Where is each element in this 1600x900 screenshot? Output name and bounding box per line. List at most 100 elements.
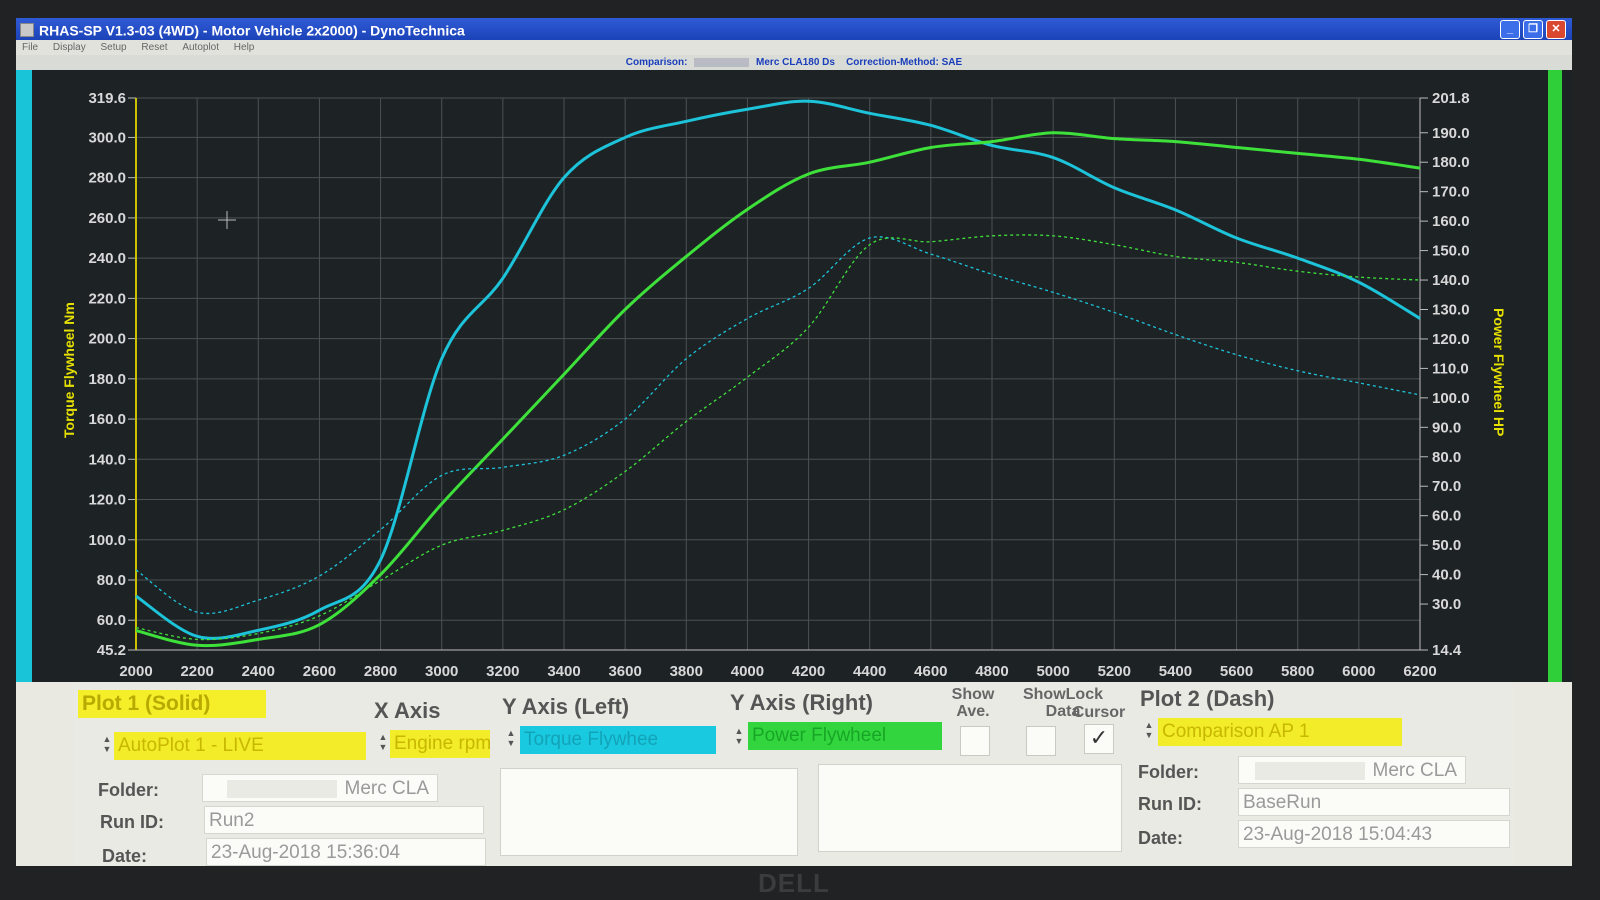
x-tick-label: 2000 xyxy=(119,663,152,680)
x-tick-label: 5800 xyxy=(1281,663,1314,680)
plot1-spinner-icon[interactable]: ▲ ▼ xyxy=(102,734,112,764)
y-left-tick-label: 120.0 xyxy=(88,492,126,509)
x-tick-label: 3400 xyxy=(547,663,580,680)
y-left-tick-label: 140.0 xyxy=(88,451,126,468)
y-right-tick-label: 50.0 xyxy=(1432,537,1461,554)
y-right-info-panel xyxy=(818,764,1122,852)
series-line-2 xyxy=(135,236,1421,615)
plot1-folder-label: Folder: xyxy=(98,780,159,800)
series-line-0 xyxy=(135,99,1421,640)
plot2-runid-field[interactable]: BaseRun xyxy=(1238,788,1510,816)
x-tick-label: 3600 xyxy=(608,663,641,680)
plot1-date-field[interactable]: 23-Aug-2018 15:36:04 xyxy=(206,838,486,866)
y-right-tick-label: 160.0 xyxy=(1432,213,1470,230)
plot2-date-field[interactable]: 23-Aug-2018 15:04:43 xyxy=(1238,820,1510,848)
x-axis-spinner-icon[interactable]: ▲ ▼ xyxy=(378,732,388,762)
monitor-bezel: RHAS-SP V1.3-03 (4WD) - Motor Vehicle 2x… xyxy=(0,0,1600,900)
y-right-axis-title: Power Flywheel HP xyxy=(1491,308,1507,436)
y-left-tick-label: 160.0 xyxy=(88,411,126,428)
plot2-date-label: Date: xyxy=(1138,828,1184,848)
menu-item-setup[interactable]: Setup xyxy=(100,42,126,53)
y-left-axis-title: Torque Flywheel Nm xyxy=(61,302,77,438)
comparison-value: Merc CLA180 Ds xyxy=(756,57,835,68)
plot2-spinner-icon[interactable]: ▲ ▼ xyxy=(1144,720,1154,750)
menu-item-reset[interactable]: Reset xyxy=(141,42,167,53)
x-tick-label: 3200 xyxy=(486,663,519,680)
x-tick-label: 4800 xyxy=(975,663,1008,680)
y-right-tick-label: 70.0 xyxy=(1432,478,1461,495)
series-line-1 xyxy=(135,131,1421,648)
show-ave-checkbox[interactable] xyxy=(960,726,990,756)
dyno-plot-area: 2000 2200 2400 2600 2800 3000 3200 3400 3600 3800… xyxy=(16,70,1572,682)
show-ave-label: Show Ave. xyxy=(951,686,995,720)
plot1-select[interactable]: AutoPlot 1 - LIVE xyxy=(114,732,366,760)
x-tick-label: 2200 xyxy=(180,663,213,680)
y-right-tick-label: 110.0 xyxy=(1432,360,1469,377)
plot2-folder-field[interactable]: Merc CLA xyxy=(1238,756,1466,784)
y-left-title: Y Axis (Left) xyxy=(502,694,630,719)
dell-logo: DELL xyxy=(758,868,830,898)
x-tick-label: 5400 xyxy=(1159,663,1192,680)
restore-icon[interactable]: ❐ xyxy=(1523,20,1543,39)
y-left-info-panel xyxy=(500,768,798,856)
x-tick-label: 3800 xyxy=(670,663,703,680)
y-right-tick-label: 40.0 xyxy=(1432,567,1461,584)
menu-item-autoplot[interactable]: Autoplot xyxy=(182,42,219,53)
y-left-spinner-icon[interactable]: ▲ ▼ xyxy=(506,728,516,758)
plot1-runid-label: Run ID: xyxy=(100,812,164,832)
y-right-spinner-icon[interactable]: ▲ ▼ xyxy=(734,726,744,756)
plot2-folder-value: Merc CLA xyxy=(1372,760,1457,781)
dyno-chart[interactable]: 2000 2200 2400 2600 2800 3000 3200 3400 3600 3800… xyxy=(16,70,1572,682)
y-right-tick-label: 170.0 xyxy=(1432,184,1470,201)
plot2-runid-label: Run ID: xyxy=(1138,794,1202,814)
y-left-tick-label: 300.0 xyxy=(88,129,126,146)
y-right-tick-label: 100.0 xyxy=(1432,390,1470,407)
y-left-tick-label: 319.6 xyxy=(88,90,126,107)
y-right-tick-label: 180.0 xyxy=(1432,154,1470,171)
y-right-tick-label: 14.4 xyxy=(1432,642,1462,659)
plot2-title: Plot 2 (Dash) xyxy=(1140,686,1275,711)
y-right-tick-label: 60.0 xyxy=(1432,508,1461,525)
cursor-checkbox[interactable]: ✓ xyxy=(1084,724,1114,754)
minimize-icon[interactable]: _ xyxy=(1500,20,1520,39)
y-right-select[interactable]: Power Flywheel xyxy=(748,722,942,750)
y-right-tick-label: 120.0 xyxy=(1432,331,1470,348)
x-tick-label: 5000 xyxy=(1036,663,1069,680)
y-left-tick-label: 280.0 xyxy=(88,170,126,187)
y-right-tick-label: 30.0 xyxy=(1432,596,1461,613)
y-left-select[interactable]: Torque Flywhee xyxy=(520,726,716,754)
plot1-date-label: Date: xyxy=(102,846,148,866)
window-controls: _ ❐ ✕ xyxy=(1500,20,1566,39)
y-right-tick-label: 90.0 xyxy=(1432,419,1461,436)
y-left-tick-label: 240.0 xyxy=(88,250,126,267)
x-tick-label: 5600 xyxy=(1220,663,1253,680)
title-bar: RHAS-SP V1.3-03 (4WD) - Motor Vehicle 2x… xyxy=(16,18,1572,40)
blurred-region xyxy=(694,57,750,67)
plot1-runid-field[interactable]: Run2 xyxy=(204,806,484,834)
x-tick-label: 4200 xyxy=(792,663,825,680)
show-lock-data-checkbox[interactable] xyxy=(1026,726,1056,756)
comparison-label: Comparison: xyxy=(625,57,688,68)
app-icon xyxy=(20,23,34,38)
x-axis-title: X Axis xyxy=(374,698,441,723)
cursor-label: Cursor xyxy=(1072,704,1126,721)
control-panel: Plot 1 (Solid) X Axis Y Axis (Left) Y Ax… xyxy=(74,682,1514,866)
x-tick-label: 4600 xyxy=(914,663,947,680)
y-right-title: Y Axis (Right) xyxy=(730,690,874,715)
comparison-info-bar: Comparison: Merc CLA180 Ds Correction-Me… xyxy=(16,55,1572,70)
x-tick-label: 6000 xyxy=(1342,663,1375,680)
y-right-tick-label: 190.0 xyxy=(1432,125,1470,142)
plot1-folder-field[interactable]: Merc CLA xyxy=(202,774,438,802)
tick-labels: 2000 2200 2400 2600 2800 3000 3200 3400 3600 3800… xyxy=(88,90,1469,680)
menu-item-file[interactable]: File xyxy=(22,42,38,53)
menu-item-help[interactable]: Help xyxy=(234,42,255,53)
close-icon[interactable]: ✕ xyxy=(1546,20,1566,39)
x-tick-label: 2400 xyxy=(242,663,275,680)
x-axis-select[interactable]: Engine rpm xyxy=(390,730,490,758)
menu-item-display[interactable]: Display xyxy=(53,42,86,53)
y-left-tick-label: 60.0 xyxy=(97,612,126,629)
series-lines xyxy=(135,99,1421,648)
plot2-folder-label: Folder: xyxy=(1138,762,1199,782)
x-tick-label: 2800 xyxy=(364,663,397,680)
plot2-select[interactable]: Comparison AP 1 xyxy=(1158,718,1402,746)
